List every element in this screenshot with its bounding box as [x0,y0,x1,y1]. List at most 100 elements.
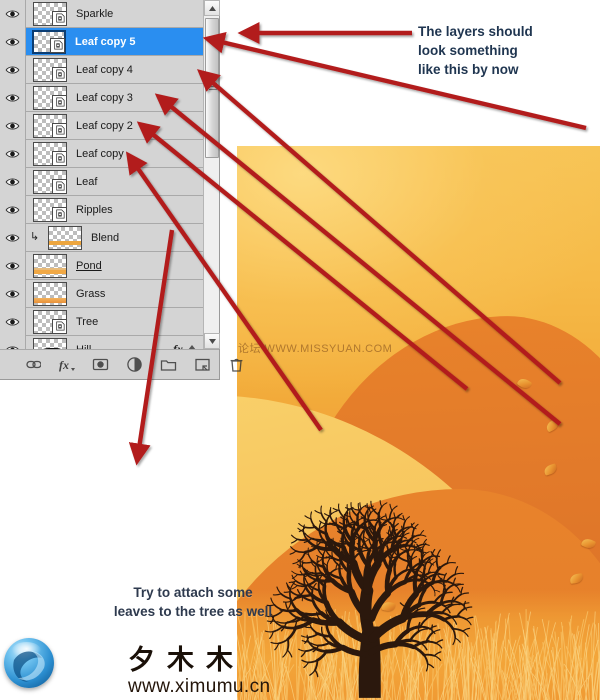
link-layers-button[interactable] [24,356,41,374]
layer-visibility-toggle[interactable] [0,111,26,140]
layer-visibility-toggle[interactable] [0,139,26,168]
layer-mask-chip[interactable] [52,206,67,222]
layer-name[interactable]: Ripples [76,204,113,216]
layer-thumbnail[interactable] [33,281,67,306]
layer-visibility-toggle[interactable] [0,167,26,196]
layer-thumbnail[interactable] [33,1,67,26]
svg-text:fx: fx [59,358,69,372]
layer-thumbnail[interactable] [33,85,67,110]
layer-visibility-toggle[interactable] [0,27,26,56]
layer-row[interactable]: Leaf copy [0,139,203,168]
layer-row[interactable]: Leaf copy 5 [0,27,203,56]
scroll-up-arrow[interactable] [204,0,220,16]
layer-thumbnail[interactable] [32,29,66,54]
layer-thumbnail[interactable] [33,197,67,222]
layer-row[interactable]: Leaf [0,167,203,196]
link-layers-icon [26,360,41,369]
layer-name[interactable]: Sparkle [76,8,113,20]
layer-thumbnail[interactable] [33,169,67,194]
layer-mask-button[interactable] [92,356,109,374]
scrollbar-grip [209,83,217,90]
eye-icon [5,121,20,130]
layer-mask-thumbnail-icon [53,40,63,50]
layer-mask-thumbnail-icon [55,321,65,331]
layer-thumbnail[interactable] [33,337,67,349]
logo-text: 夕木木 www.ximumu.cn [128,646,368,698]
layer-visibility-toggle[interactable] [0,335,26,349]
layer-row[interactable]: Tree [0,307,203,336]
layer-name[interactable]: Pond [76,260,102,272]
layer-name[interactable]: Tree [76,316,98,328]
layer-thumbnail[interactable] [33,113,67,138]
eye-icon [5,149,20,158]
annotation-bottom-center: Try to attach some leaves to the tree as… [113,585,273,619]
layers-panel-toolbar[interactable]: fx [0,349,243,379]
clipping-mask-arrow-icon: ↳ [30,231,40,243]
layer-name[interactable]: Leaf copy 4 [76,64,133,76]
layers-scrollbar[interactable] [203,0,220,349]
layer-mask-chip[interactable] [52,10,67,26]
thumb-pond-shape [34,269,66,274]
eye-icon [5,177,20,186]
new-group-button[interactable] [160,356,177,374]
layer-name[interactable]: Leaf copy 3 [76,92,133,104]
layer-mask-chip[interactable] [52,178,67,194]
layer-mask-chip[interactable] [52,318,67,334]
layer-row[interactable]: Sparkle [0,0,203,28]
layer-visibility-toggle[interactable] [0,307,26,336]
layer-mask-chip[interactable] [52,150,67,166]
layer-row[interactable]: Leaf copy 2 [0,111,203,140]
eye-icon [5,289,20,298]
delete-layer-icon [230,358,243,372]
layer-row[interactable]: Hillfx [0,335,203,349]
eye-icon [5,93,20,102]
layer-thumbnail[interactable] [33,309,67,334]
scroll-down-arrow[interactable] [204,333,220,349]
delete-layer-button[interactable] [228,356,245,374]
layer-visibility-toggle[interactable] [0,223,26,252]
layer-mask-chip[interactable] [50,37,65,53]
layer-name[interactable]: Grass [76,288,105,300]
scrollbar-thumb[interactable] [205,18,219,158]
layer-row[interactable]: Ripples [0,195,203,224]
layer-name[interactable]: Leaf copy 2 [76,120,133,132]
layer-name[interactable]: Leaf copy [76,148,124,160]
layer-mask-chip[interactable] [52,66,67,82]
layer-style-fx-button[interactable]: fx [58,356,75,374]
logo-swirl-icon [13,650,45,682]
layer-row[interactable]: Grass [0,279,203,308]
layer-style-fx-icon: fx [59,358,75,372]
new-layer-icon [195,358,210,371]
layer-visibility-toggle[interactable] [0,195,26,224]
eye-icon [5,261,20,270]
artwork-watermark: 思缘设计论坛 WWW.MISSYUAN.COM [237,343,393,355]
layer-name[interactable]: Leaf copy 5 [75,36,136,48]
layer-mask-chip[interactable] [52,94,67,110]
layer-thumbnail[interactable] [33,141,67,166]
layers-panel[interactable]: Sparkle Leaf copy 5 Leaf copy 4 Leaf copy 3… [0,0,243,380]
layer-visibility-toggle[interactable] [0,83,26,112]
layer-thumbnail[interactable] [33,57,67,82]
layer-row[interactable]: Pond [0,251,203,280]
layer-mask-icon [92,358,109,371]
layer-row[interactable]: Leaf copy 4 [0,55,203,84]
layer-visibility-toggle[interactable] [0,279,26,308]
layer-visibility-toggle[interactable] [0,55,26,84]
layer-name[interactable]: Blend [91,232,119,244]
layer-row[interactable]: Leaf copy 3 [0,83,203,112]
layer-fx-badge[interactable]: fx [173,342,183,349]
layer-list[interactable]: Sparkle Leaf copy 5 Leaf copy 4 Leaf copy 3… [0,0,203,349]
layer-mask-thumbnail-icon [55,209,65,219]
layer-visibility-toggle[interactable] [0,251,26,280]
layer-name[interactable]: Leaf [76,176,97,188]
layer-thumbnail[interactable] [33,253,67,278]
eye-icon [5,233,20,242]
layer-visibility-toggle[interactable] [0,0,26,28]
layer-mask-chip[interactable] [52,122,67,138]
thumb-grass-shape [34,297,66,303]
adjustment-layer-button[interactable] [126,356,143,374]
new-layer-button[interactable] [194,356,211,374]
layer-thumbnail[interactable] [48,225,82,250]
eye-icon [5,9,20,18]
layer-row[interactable]: ↳ Blend [0,223,203,252]
